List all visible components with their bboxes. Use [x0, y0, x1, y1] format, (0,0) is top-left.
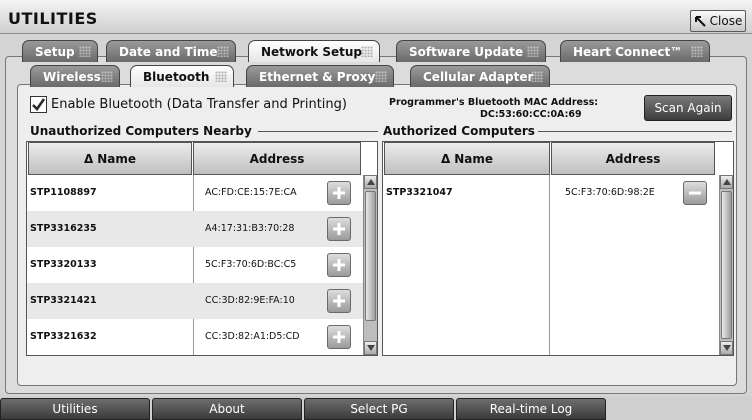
minus-icon — [689, 191, 701, 195]
delta-sort-icon: Δ — [440, 151, 451, 166]
list-item[interactable]: STP3321632 CC:3D:82:A1:D5:CD — [27, 319, 363, 355]
tab-grip-icon — [691, 46, 703, 57]
plus-icon — [333, 295, 345, 307]
scroll-thumb[interactable] — [721, 191, 732, 339]
unauthorized-scrollbar[interactable] — [363, 175, 377, 355]
computer-name: STP1108897 — [30, 187, 97, 198]
nav-about-button[interactable]: About — [152, 398, 302, 420]
column-label: Name — [454, 151, 494, 166]
section-divider — [538, 131, 732, 132]
close-arrow-icon — [694, 15, 706, 27]
tab-label: Ethernet & Proxy — [259, 69, 376, 84]
authorize-button[interactable] — [327, 289, 351, 313]
scroll-down-arrow-icon[interactable] — [364, 341, 377, 355]
plus-icon — [333, 223, 345, 235]
authorized-title: Authorized Computers — [383, 124, 535, 138]
column-label: Name — [97, 151, 137, 166]
tab-label: Wireless — [43, 69, 101, 84]
list-item[interactable]: STP3316235 A4:17:31:B3:70:28 — [27, 211, 363, 247]
authorize-button[interactable] — [327, 253, 351, 277]
plus-icon — [333, 187, 345, 199]
tab-bluetooth[interactable]: Bluetooth — [130, 65, 234, 87]
scroll-up-arrow-icon[interactable] — [720, 175, 733, 189]
address-column-header[interactable]: Address — [193, 142, 361, 175]
computer-name: STP3321421 — [30, 295, 97, 306]
name-column-header[interactable]: Δ Name — [28, 142, 192, 175]
title-bar: UTILITIES Close — [0, 0, 752, 34]
authorize-button[interactable] — [327, 217, 351, 241]
mac-address-label: Programmer's Bluetooth MAC Address: — [389, 97, 599, 108]
authorized-list: Δ Name Address STP3321047 5C:F3:70:6D:98… — [382, 141, 734, 356]
delta-sort-icon: Δ — [83, 151, 94, 166]
authorize-button[interactable] — [327, 181, 351, 205]
list-item[interactable]: STP3321047 5C:F3:70:6D:98:2E — [383, 175, 719, 211]
tab-wireless[interactable]: Wireless — [30, 65, 120, 87]
address-column-header[interactable]: Address — [551, 142, 715, 175]
nav-real-time-log-button[interactable]: Real-time Log — [456, 398, 606, 420]
computer-name: STP3320133 — [30, 259, 97, 270]
deauthorize-button[interactable] — [683, 181, 707, 205]
checkmark-icon — [32, 98, 46, 112]
close-label: Close — [709, 14, 743, 28]
tab-date-and-time[interactable]: Date and Time — [106, 40, 236, 62]
tab-grip-icon — [527, 46, 539, 57]
list-item[interactable]: STP3320133 5C:F3:70:6D:BC:C5 — [27, 247, 363, 283]
computer-name: STP3321047 — [386, 187, 453, 198]
column-label: Address — [249, 151, 305, 166]
enable-bluetooth-checkbox[interactable] — [30, 96, 47, 113]
tab-grip-icon — [531, 71, 543, 82]
tab-label: Software Update — [409, 44, 524, 59]
tab-heart-connect[interactable]: Heart Connect™ — [560, 40, 710, 62]
tab-ethernet-proxy[interactable]: Ethernet & Proxy — [246, 65, 394, 87]
authorize-button[interactable] — [327, 325, 351, 349]
plus-icon — [333, 259, 345, 271]
scroll-down-arrow-icon[interactable] — [720, 341, 733, 355]
enable-bluetooth-label: Enable Bluetooth (Data Transfer and Prin… — [51, 97, 347, 112]
computer-address: A4:17:31:B3:70:28 — [205, 223, 295, 234]
tab-grip-icon — [101, 71, 113, 82]
plus-icon — [333, 331, 345, 343]
tab-grip-icon — [215, 71, 227, 82]
tab-grip-icon — [217, 46, 229, 57]
scroll-thumb[interactable] — [365, 191, 376, 321]
computer-address: 5C:F3:70:6D:BC:C5 — [205, 259, 297, 270]
tab-label: Bluetooth — [143, 69, 210, 84]
computer-name: STP3316235 — [30, 223, 97, 234]
scroll-up-arrow-icon[interactable] — [364, 175, 377, 189]
scan-again-button[interactable]: Scan Again — [644, 95, 732, 121]
unauthorized-title: Unauthorized Computers Nearby — [30, 124, 252, 138]
computer-address: AC:FD:CE:15:7E:CA — [205, 187, 297, 198]
computer-address: 5C:F3:70:6D:98:2E — [565, 187, 655, 198]
tab-label: Setup — [35, 44, 75, 59]
nav-utilities-button[interactable]: Utilities — [0, 398, 150, 420]
computer-address: CC:3D:82:9E:FA:10 — [205, 295, 295, 306]
computer-name: STP3321632 — [30, 331, 97, 342]
tab-label: Heart Connect™ — [573, 44, 683, 59]
tab-cellular-adapter[interactable]: Cellular Adapter — [410, 65, 550, 87]
tab-label: Network Setup — [261, 44, 362, 59]
close-button[interactable]: Close — [690, 10, 746, 32]
section-divider — [258, 131, 378, 132]
nav-select-pg-button[interactable]: Select PG — [304, 398, 454, 420]
list-item[interactable]: STP3321421 CC:3D:82:9E:FA:10 — [27, 283, 363, 319]
computer-address: CC:3D:82:A1:D5:CD — [205, 331, 300, 342]
tab-network-setup[interactable]: Network Setup — [248, 40, 380, 62]
tab-grip-icon — [375, 71, 387, 82]
tab-grip-icon — [361, 46, 373, 57]
tab-grip-icon — [79, 46, 91, 57]
authorized-scrollbar[interactable] — [719, 175, 733, 355]
name-column-header[interactable]: Δ Name — [384, 142, 550, 175]
tab-label: Date and Time — [119, 44, 218, 59]
tab-label: Cellular Adapter — [423, 69, 534, 84]
enable-bluetooth-row: Enable Bluetooth (Data Transfer and Prin… — [30, 96, 347, 113]
list-item[interactable]: STP1108897 AC:FD:CE:15:7E:CA — [27, 175, 363, 211]
tab-setup[interactable]: Setup — [22, 40, 98, 62]
tab-software-update[interactable]: Software Update — [396, 40, 546, 62]
window-title: UTILITIES — [8, 9, 98, 28]
column-label: Address — [605, 151, 661, 166]
unauthorized-list: Δ Name Address STP1108897 AC:FD:CE:15:7E… — [26, 141, 378, 356]
mac-address-value: DC:53:60:CC:0A:69 — [480, 109, 582, 120]
